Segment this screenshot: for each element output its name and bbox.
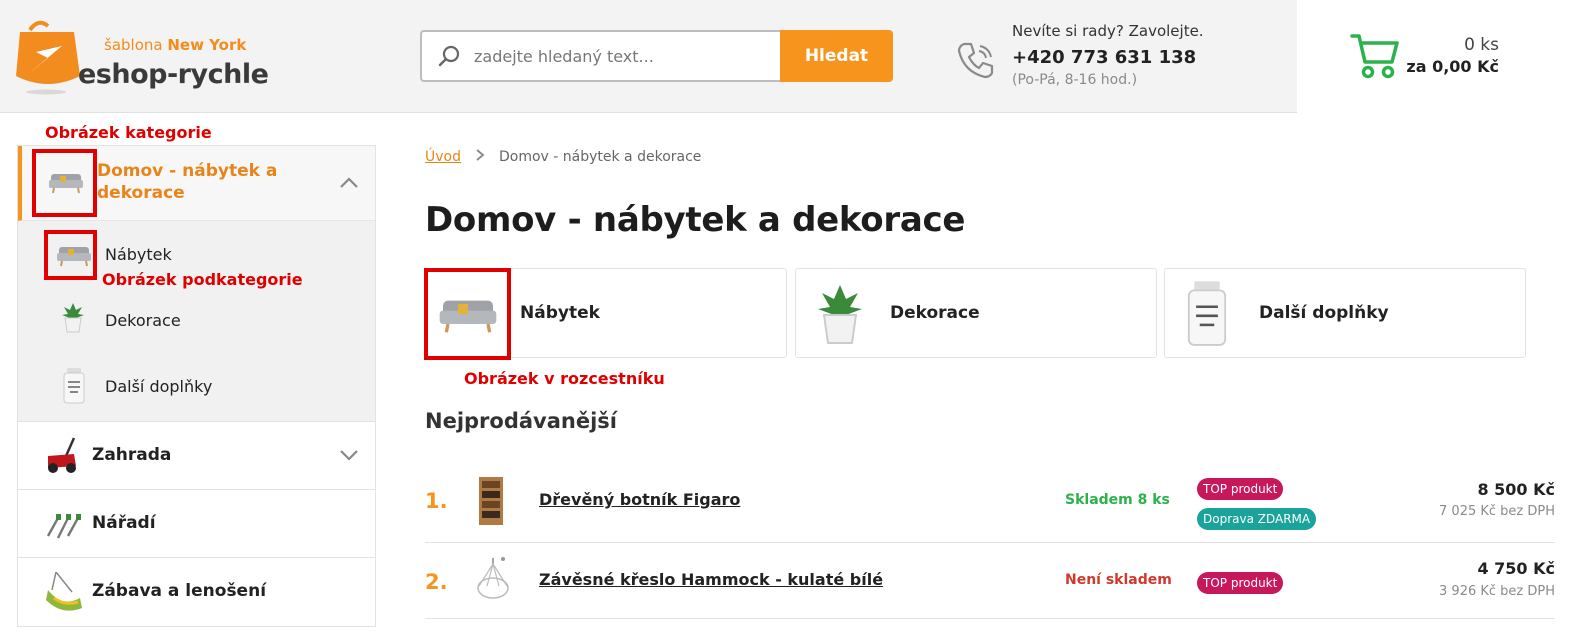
site-header: šablona New York eshop-rychle Hledat Nev… [0, 0, 1581, 113]
sidebar-item-label: Zábava a lenošení [92, 581, 267, 601]
highlight-category-image [32, 149, 97, 217]
product-name-link[interactable]: Závěsné křeslo Hammock - kulaté bílé [539, 570, 883, 589]
search-box[interactable] [420, 30, 780, 82]
product-rank: 2. [425, 570, 448, 594]
logo[interactable]: šablona New York eshop-rychle [16, 16, 269, 98]
category-card-dekorace[interactable]: Dekorace [795, 268, 1157, 358]
jar-icon [63, 368, 85, 404]
breadcrumb-current: Domov - nábytek a dekorace [498, 149, 702, 165]
highlight-signpost-image [424, 268, 511, 360]
search-button[interactable]: Hledat [780, 30, 893, 82]
category-card-label: Dekorace [890, 303, 980, 323]
search-form: Hledat [420, 30, 893, 82]
annotation-subcategory-image: Obrázek podkategorie [102, 270, 303, 289]
plant-pot-icon [62, 303, 84, 333]
chevron-right-icon [475, 148, 485, 166]
sidebar-subitem-doplnky[interactable]: Další doplňky [18, 354, 375, 420]
badge-top-produkt: TOP produkt [1197, 478, 1284, 500]
breadcrumb: Úvod Domov - nábytek a dekorace [425, 148, 701, 166]
sidebar-item-zahrada[interactable]: Zahrada [18, 422, 375, 490]
hammock-chair-icon[interactable] [473, 556, 513, 606]
hammock-icon [46, 572, 82, 611]
search-icon [438, 45, 460, 67]
table-row: 2. Závěsné křeslo Hammock - kulaté bílé … [425, 544, 1555, 619]
shoe-rack-icon[interactable] [473, 475, 509, 527]
sidebar-subitem-dekorace[interactable]: Dekorace [18, 287, 375, 353]
cart-count: 0 ks [1464, 35, 1499, 55]
annotation-category-image: Obrázek kategorie [45, 123, 212, 142]
logo-subtitle: šablona New York [104, 36, 247, 54]
cart[interactable]: 0 ks za 0,00 Kč [1297, 0, 1581, 113]
chevron-up-icon[interactable] [339, 176, 359, 190]
search-input[interactable] [474, 46, 764, 66]
product-price-ex-vat: 3 926 Kč bez DPH [1439, 584, 1555, 599]
stock-status: Není skladem [1065, 572, 1172, 588]
highlight-subcategory-image [44, 230, 97, 280]
jar-icon [1187, 281, 1227, 346]
contact-info: Nevíte si rady? Zavolejte. +420 773 631 … [954, 20, 1254, 95]
cart-icon [1350, 34, 1399, 79]
sidebar-subitem-label: Dekorace [105, 311, 181, 330]
stock-status: Skladem 8 ks [1065, 492, 1170, 508]
product-name-link[interactable]: Dřevěný botník Figaro [539, 490, 740, 509]
sidebar-item-zabava[interactable]: Zábava a lenošení [18, 558, 375, 626]
category-sidebar: Domov - nábytek a dekorace Nábytek Dekor… [17, 145, 376, 627]
page-title: Domov - nábytek a dekorace [425, 200, 966, 240]
sidebar-subitem-label: Nábytek [105, 245, 172, 264]
tools-icon [46, 514, 81, 539]
product-price: 4 750 Kč [1477, 559, 1555, 578]
badge-top-produkt: TOP produkt [1197, 572, 1284, 594]
plant-pot-icon [818, 285, 862, 344]
product-price: 8 500 Kč [1477, 480, 1555, 499]
sidebar-subitem-label: Další doplňky [105, 377, 213, 396]
breadcrumb-home-link[interactable]: Úvod [425, 149, 461, 165]
sidebar-item-naradi[interactable]: Nářadí [18, 490, 375, 558]
product-price-ex-vat: 7 025 Kč bez DPH [1439, 504, 1555, 519]
cart-total: za 0,00 Kč [1406, 57, 1499, 76]
sidebar-item-label: Nářadí [92, 513, 156, 533]
category-card-label: Další doplňky [1259, 303, 1389, 323]
logo-text: eshop-rychle [78, 59, 269, 90]
shopping-bag-logo-icon [16, 20, 80, 95]
table-row: 1. Dřevěný botník Figaro Skladem 8 ks TO… [425, 465, 1555, 543]
bestsellers-title: Nejprodávanější [425, 409, 617, 433]
category-card-label: Nábytek [520, 303, 600, 323]
contact-hours: (Po-Pá, 8-16 hod.) [1012, 72, 1138, 88]
chevron-down-icon[interactable] [339, 448, 359, 462]
lawnmower-icon [48, 437, 76, 473]
badge-doprava-zdarma: Doprava ZDARMA [1197, 508, 1317, 530]
sidebar-item-label: Zahrada [92, 445, 172, 465]
phone-icon [957, 42, 994, 79]
annotation-signpost-image: Obrázek v rozcestníku [464, 369, 665, 388]
contact-phone[interactable]: +420 773 631 138 [1012, 47, 1196, 68]
sidebar-item-label: Domov - nábytek a dekorace [97, 161, 278, 203]
contact-question: Nevíte si rady? Zavolejte. [1012, 22, 1204, 40]
category-card-doplnky[interactable]: Další doplňky [1164, 268, 1526, 358]
product-rank: 1. [425, 489, 448, 513]
